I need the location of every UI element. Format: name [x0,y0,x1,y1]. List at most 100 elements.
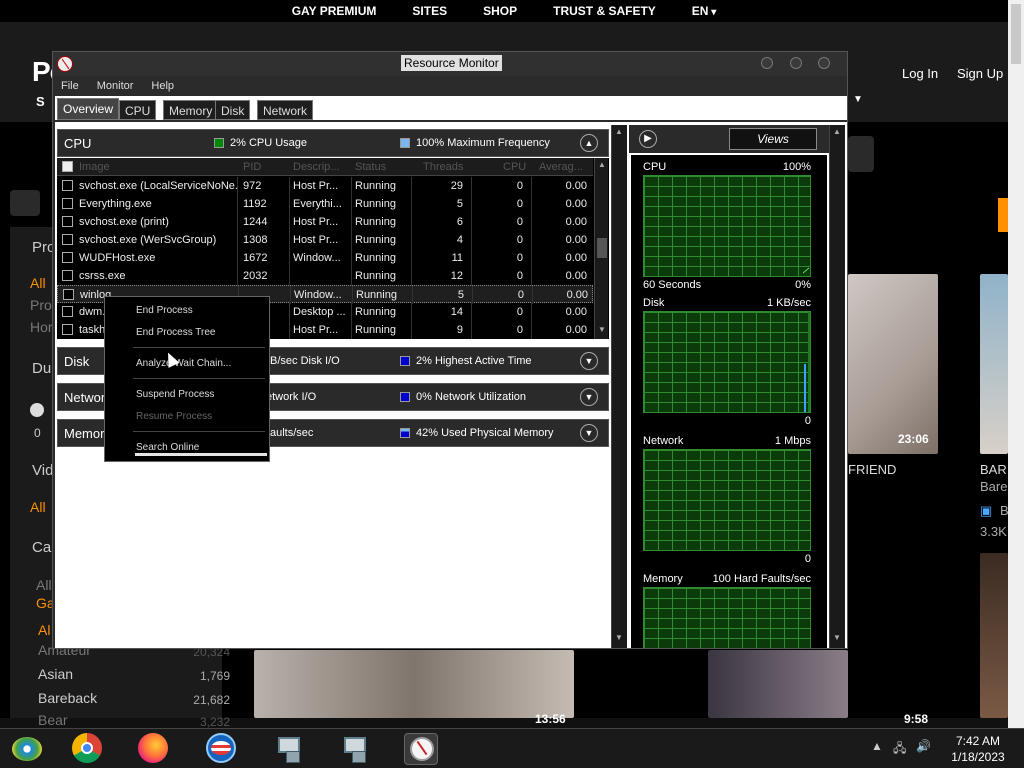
video-thumbnail[interactable] [980,274,1008,454]
select-all-checkbox[interactable] [62,161,73,172]
scroll-thumb[interactable] [597,238,607,258]
col-average[interactable]: Averag... [539,161,583,173]
menu-file[interactable]: File [61,80,79,92]
views-button[interactable]: Views [729,128,817,150]
duration-slider-handle[interactable] [30,403,44,417]
windows-logo-icon[interactable] [204,733,238,765]
tab-memory[interactable]: Memory [163,100,219,120]
browser-scrollbar[interactable] [1008,0,1024,730]
menu-analyze-wait-chain[interactable]: Analyze Wait Chain... [136,358,231,369]
network-expand-icon[interactable]: ▼ [580,388,598,406]
col-threads[interactable]: Threads [423,161,463,173]
chevron-right-icon[interactable]: ▶ [639,130,657,148]
process-table-scrollbar[interactable]: ▲ ▼ [594,158,608,339]
network-tool-icon[interactable] [338,733,372,765]
row-checkbox[interactable] [62,216,73,227]
video-thumbnail[interactable] [708,650,848,718]
nav-language[interactable]: EN [692,4,716,18]
dropdown-arrow-icon[interactable]: ▼ [853,94,863,105]
row-checkbox[interactable] [62,198,73,209]
category-name[interactable]: Bareback [38,690,97,706]
scroll-up-icon[interactable]: ▲ [597,160,607,170]
col-cpu[interactable]: CPU [503,161,526,173]
nav-gay-premium[interactable]: GAY PREMIUM [292,4,377,18]
video-thumbnail[interactable] [848,274,938,454]
col-pid[interactable]: PID [243,161,261,173]
video-title[interactable]: BAR [980,462,1007,477]
row-checkbox[interactable] [62,234,73,245]
tab-network[interactable]: Network [257,100,314,120]
graph-pane-scrollbar[interactable]: ▲ ▼ [829,125,845,648]
scroll-down-icon[interactable]: ▼ [833,633,841,642]
row-checkbox[interactable] [63,289,74,300]
system-clock[interactable]: 7:42 AM 1/18/2023 [938,733,1018,765]
video-title[interactable]: FRIEND [848,462,896,477]
tab-cpu[interactable]: CPU [119,100,157,120]
firefox-icon[interactable] [136,733,170,765]
memory-expand-icon[interactable]: ▼ [580,424,598,442]
sidebar-option-all[interactable]: All [30,275,46,291]
sidebar-video-all[interactable]: All [30,499,46,515]
menu-monitor[interactable]: Monitor [97,80,134,92]
table-row[interactable]: svchost.exe (WerSvcGroup) 1308 Host Pr... R… [57,231,593,249]
video-thumbnail[interactable] [980,553,1008,718]
resource-monitor-app-icon[interactable] [57,56,73,72]
browser-scrollbar-thumb[interactable] [1011,4,1021,64]
maximize-button[interactable] [790,57,802,69]
video-thumbnail[interactable] [254,650,574,718]
orange-button-partial[interactable] [998,198,1008,232]
row-checkbox[interactable] [62,306,73,317]
menu-suspend-process[interactable]: Suspend Process [136,389,214,400]
menu-end-process-tree[interactable]: End Process Tree [136,327,215,338]
col-description[interactable]: Descrip... [293,161,339,173]
table-row[interactable]: WUDFHost.exe 1672 Window... Running 11 0 0.00 [57,249,593,267]
resource-monitor-taskbar-icon[interactable] [404,733,438,765]
sidebar-categories-all[interactable]: All [36,577,52,593]
row-checkbox[interactable] [62,324,73,335]
row-checkbox[interactable] [62,180,73,191]
nav-trust-safety[interactable]: TRUST & SAFETY [553,4,656,18]
minimize-button[interactable] [761,57,773,69]
nav-shop[interactable]: SHOP [483,4,517,18]
scroll-down-icon[interactable]: ▼ [597,325,607,335]
table-row[interactable]: svchost.exe (print) 1244 Host Pr... Running… [57,213,593,231]
tab-disk[interactable]: Disk [215,100,251,120]
signup-link[interactable]: Sign Up [957,66,1003,81]
menu-end-process[interactable]: End Process [136,305,193,316]
rm-titlebar[interactable]: Resource Monitor [53,52,847,76]
filter-button-partial[interactable] [10,190,40,216]
table-row[interactable]: csrss.exe 2032 Running 12 0 0.00 [57,267,593,285]
column-divider [351,231,352,249]
table-row[interactable]: svchost.exe (LocalServiceNoNe... 972 Host … [57,177,593,195]
row-checkbox[interactable] [62,252,73,263]
row-checkbox[interactable] [62,270,73,281]
column-divider [351,267,352,285]
login-link[interactable]: Log In [902,66,938,81]
windows-media-center-icon[interactable] [10,733,44,765]
left-pane-scrollbar[interactable]: ▲ ▼ [611,125,627,648]
cpu-section-header[interactable]: CPU 2% CPU Usage 100% Maximum Frequency … [57,129,609,157]
volume-icon[interactable]: 🔊 [916,739,931,753]
category-name[interactable]: Asian [38,666,73,682]
chrome-icon[interactable] [70,733,104,765]
category-name[interactable]: Bear [38,712,68,728]
menu-help[interactable]: Help [151,80,174,92]
sidebar-option-pro[interactable]: Pro [30,297,52,313]
col-image[interactable]: Image [79,161,110,173]
table-row[interactable]: Everything.exe 1192 Everythi... Running 5 0 0.… [57,195,593,213]
network-status-icon[interactable]: 🖧 [893,739,906,760]
tab-overview[interactable]: Overview [57,98,120,120]
close-button[interactable] [818,57,830,69]
scroll-up-icon[interactable]: ▲ [615,127,623,136]
sidebar-categories-all-2[interactable]: Al [38,622,50,638]
disk-expand-icon[interactable]: ▼ [580,352,598,370]
tray-overflow-icon[interactable]: ▲ [871,739,883,753]
scroll-down-icon[interactable]: ▼ [615,633,623,642]
network-tool-icon[interactable] [272,733,306,765]
nav-sites[interactable]: SITES [412,4,447,18]
sidebar-option-home[interactable]: Hor [30,319,53,335]
header-button-partial[interactable] [848,136,874,172]
cpu-collapse-icon[interactable]: ▲ [580,134,598,152]
scroll-up-icon[interactable]: ▲ [833,127,841,136]
col-status[interactable]: Status [355,161,386,173]
